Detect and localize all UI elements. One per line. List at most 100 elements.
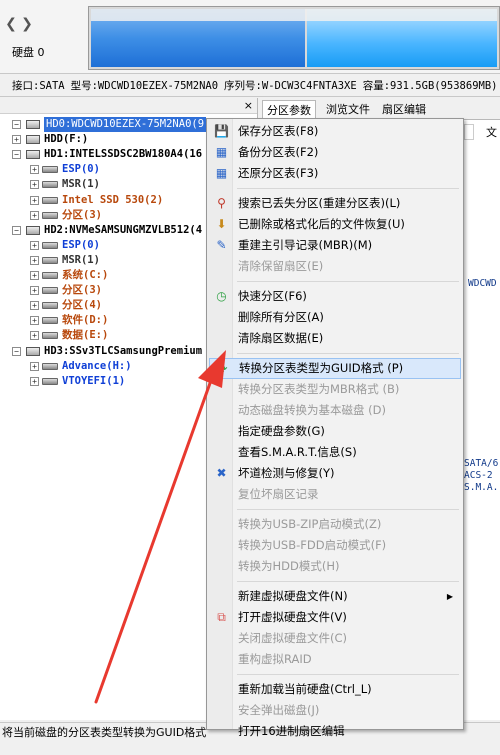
expander-icon[interactable]: +: [30, 240, 39, 250]
spec-line: S.M.A.: [464, 482, 499, 493]
expander-icon[interactable]: +: [30, 271, 39, 280]
menu-item[interactable]: 转换为USB-ZIP启动模式(Z): [209, 514, 461, 535]
menu-item-label: 搜索已丢失分区(重建分区表)(L): [238, 196, 401, 210]
partition-icon: [42, 332, 58, 340]
menu-item-label: 备份分区表(F2): [238, 145, 319, 159]
expander-icon[interactable]: +: [30, 331, 39, 341]
expander-icon[interactable]: −: [12, 120, 21, 129]
expander-icon[interactable]: +: [12, 135, 21, 145]
context-menu: 保存分区表(F8) 💾 备份分区表(F2) ▦ 还原分区表(F3) ▦ 搜索已丢失分区(重建…: [206, 118, 464, 738]
expander-icon[interactable]: +: [30, 286, 39, 296]
partition-icon: [42, 272, 58, 279]
menu-item-label: 还原分区表(F3): [238, 166, 319, 180]
close-icon[interactable]: ×: [244, 98, 253, 114]
menu-item[interactable]: 删除所有分区(A): [209, 307, 461, 328]
tree-node-label: ESP(0): [62, 163, 100, 176]
menu-item[interactable]: 还原分区表(F3) ▦: [209, 163, 461, 184]
capacity-info: 容量:931.5GB(953869MB): [362, 80, 498, 92]
menu-item-label: 查看S.M.A.R.T.信息(S): [238, 445, 357, 459]
tab-browse-files[interactable]: 浏览文件: [322, 100, 374, 120]
menu-item-label: 动态磁盘转换为基本磁盘 (D): [238, 403, 386, 417]
forward-arrow-icon[interactable]: ❯: [20, 16, 34, 32]
menu-item-label: 打开16进制扇区编辑: [238, 724, 345, 738]
expander-icon[interactable]: −: [12, 346, 21, 356]
menu-separator: [237, 188, 459, 189]
menu-item[interactable]: 转换分区表类型为GUID格式 (P) ⟳: [209, 358, 461, 379]
menu-item[interactable]: 重建主引导记录(MBR)(M) ✎: [209, 235, 461, 256]
model-info: 型号:WDCWD10EZEX-75M2NA0: [70, 80, 219, 92]
menu-item[interactable]: 新建虚拟硬盘文件(N) ▶: [209, 586, 461, 607]
menu-item[interactable]: 保存分区表(F8) 💾: [209, 121, 461, 142]
menu-item[interactable]: 转换为HDD模式(H): [209, 556, 461, 577]
expander-icon[interactable]: +: [30, 165, 39, 175]
menu-item[interactable]: 指定硬盘参数(G): [209, 421, 461, 442]
menu-item[interactable]: 动态磁盘转换为基本磁盘 (D): [209, 400, 461, 421]
spec-line: ACS-2: [464, 470, 493, 481]
column-header: 文: [486, 126, 497, 139]
tree-node-label: Intel SSD 530(2): [62, 193, 164, 206]
tree-panel-header: ×: [0, 98, 257, 114]
menu-item[interactable]: 复位坏扇区记录: [209, 484, 461, 505]
menu-item[interactable]: 重新加载当前硬盘(Ctrl_L): [209, 679, 461, 700]
tree-node-label: 分区(3): [62, 284, 102, 297]
partition-icon: [42, 181, 58, 189]
partition-icon: [42, 196, 58, 204]
menu-item[interactable]: 安全弹出磁盘(J): [209, 700, 461, 721]
tree-node-label: 分区(4): [62, 299, 102, 312]
menu-item[interactable]: 打开虚拟硬盘文件(V) ⧉: [209, 607, 461, 628]
expander-icon[interactable]: +: [30, 361, 39, 371]
expander-icon[interactable]: +: [30, 301, 39, 311]
menu-item[interactable]: 已删除或格式化后的文件恢复(U) ⬇: [209, 214, 461, 235]
disk-partition-map[interactable]: [88, 6, 500, 70]
menu-item-label: 指定硬盘参数(G): [238, 424, 325, 438]
partition-icon: [42, 362, 58, 370]
menu-item[interactable]: 转换为USB-FDD启动模式(F): [209, 535, 461, 556]
menu-item[interactable]: 搜索已丢失分区(重建分区表)(L) ⚲: [209, 193, 461, 214]
hdd-icon: [26, 150, 40, 160]
menu-item[interactable]: 转换分区表类型为MBR格式 (B): [209, 379, 461, 400]
partition-icon: [42, 302, 58, 310]
menu-item[interactable]: 备份分区表(F2) ▦: [209, 142, 461, 163]
menu-item-label: 打开虚拟硬盘文件(V): [238, 610, 347, 624]
save-icon: 💾: [214, 124, 229, 138]
menu-item-label: 关闭虚拟硬盘文件(C): [238, 631, 348, 645]
partition-icon: [42, 241, 58, 249]
menu-item[interactable]: 查看S.M.A.R.T.信息(S): [209, 442, 461, 463]
disk-model-text: WDCWD: [468, 278, 497, 289]
partition-icon: [26, 135, 40, 145]
hdd-icon: [26, 225, 40, 235]
partition-icon: [42, 377, 58, 385]
menu-item[interactable]: 清除扇区数据(E): [209, 328, 461, 349]
expander-icon[interactable]: −: [12, 150, 21, 160]
status-text: 将当前磁盘的分区表类型转换为GUID格式: [2, 726, 207, 739]
menu-separator: [237, 281, 459, 282]
menu-item[interactable]: 快速分区(F6) ◷: [209, 286, 461, 307]
menu-separator: [237, 581, 459, 582]
menu-item[interactable]: 清除保留扇区(E): [209, 256, 461, 277]
expander-icon[interactable]: +: [30, 376, 39, 386]
disk-map-bar: ❮ ❯ 硬盘 0: [0, 0, 500, 74]
tree-node-label: MSR(1): [62, 178, 100, 191]
expander-icon[interactable]: −: [12, 225, 21, 235]
tools-icon: ✖: [216, 466, 227, 480]
virtual-disk-icon: ⧉: [217, 610, 226, 624]
tab-sector-editor[interactable]: 扇区编辑: [378, 100, 430, 120]
tree-node-label: ESP(0): [62, 238, 100, 251]
expander-icon[interactable]: +: [30, 255, 39, 265]
column-header-box: [464, 124, 474, 140]
menu-item-label: 转换分区表类型为GUID格式 (P): [239, 361, 404, 375]
menu-separator: [237, 509, 459, 510]
expander-icon[interactable]: +: [30, 316, 39, 326]
disk-info-line: 接口:SATA 型号:WDCWD10EZEX-75M2NA0 序列号:W-DCW3C…: [0, 75, 500, 97]
expander-icon[interactable]: +: [30, 180, 39, 190]
menu-item[interactable]: 重构虚拟RAID: [209, 649, 461, 670]
expander-icon[interactable]: +: [30, 195, 39, 205]
menu-item[interactable]: 打开16进制扇区编辑: [209, 721, 461, 742]
search-icon: ⚲: [217, 196, 226, 210]
menu-item-label: 转换为USB-ZIP启动模式(Z): [238, 517, 382, 531]
back-arrow-icon[interactable]: ❮: [4, 16, 18, 32]
tab-partition-params[interactable]: 分区参数: [262, 100, 316, 120]
expander-icon[interactable]: +: [30, 210, 39, 220]
menu-item[interactable]: 关闭虚拟硬盘文件(C): [209, 628, 461, 649]
menu-item[interactable]: 坏道检测与修复(Y) ✖: [209, 463, 461, 484]
